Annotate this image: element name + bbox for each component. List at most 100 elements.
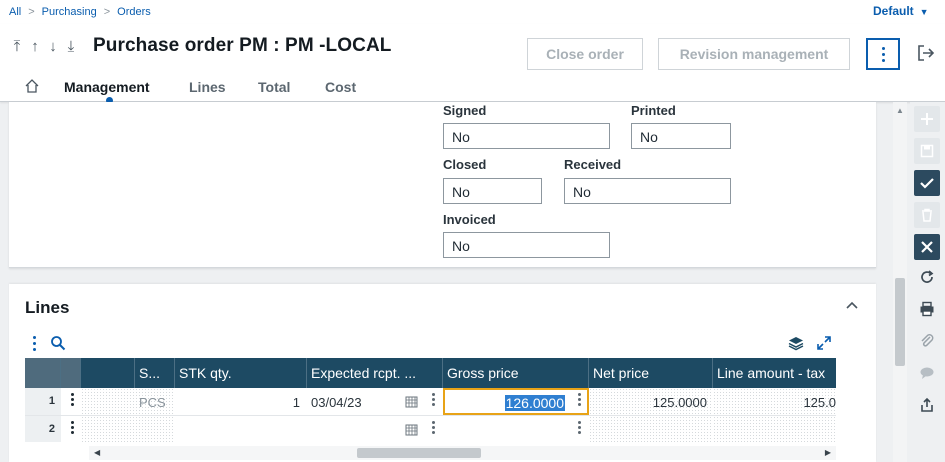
top-bar: All > Purchasing > Orders Default ▼	[0, 0, 945, 24]
header-menu-column	[61, 358, 81, 388]
next-record-icon[interactable]: ↓	[47, 38, 59, 55]
stk-qty-cell[interactable]: 1	[175, 388, 307, 415]
logout-icon[interactable]	[917, 44, 935, 62]
printer-icon	[920, 301, 934, 317]
received-label: Received	[564, 157, 622, 172]
expected-receipt-cell[interactable]	[307, 416, 407, 442]
home-icon[interactable]	[24, 78, 40, 94]
signed-field[interactable]: No	[443, 123, 610, 149]
cell-options-icon[interactable]	[432, 393, 435, 406]
scroll-up-icon[interactable]: ▲	[896, 106, 904, 115]
delete-button[interactable]	[914, 202, 940, 228]
export-button[interactable]	[914, 392, 940, 418]
table-row[interactable]: 1 PCS 1 03/04/23 126.0000 125.0000 125.0	[25, 388, 836, 416]
received-field[interactable]: No	[564, 178, 731, 204]
refresh-button[interactable]	[914, 264, 940, 290]
horizontal-scrollbar[interactable]: ◀ ▶	[89, 446, 836, 460]
printed-field[interactable]: No	[631, 123, 731, 149]
column-header-net-price[interactable]: Net price	[589, 358, 713, 388]
cancel-button[interactable]	[914, 234, 940, 260]
close-order-button[interactable]: Close order	[527, 38, 643, 70]
search-icon[interactable]	[50, 335, 66, 351]
vertical-scrollbar[interactable]: ▲	[893, 102, 907, 462]
attachments-button[interactable]	[914, 328, 940, 354]
line-amount-cell[interactable]: 125.0	[713, 388, 836, 415]
cell-options-icon[interactable]	[432, 421, 435, 434]
trash-icon	[922, 208, 932, 222]
share-icon	[921, 397, 933, 412]
row-menu-icon[interactable]	[71, 421, 74, 434]
paperclip-icon	[921, 334, 934, 347]
net-price-cell[interactable]	[589, 416, 713, 442]
line-amount-cell[interactable]	[713, 416, 836, 442]
calendar-icon[interactable]	[405, 395, 418, 408]
stk-qty-cell[interactable]	[175, 416, 307, 442]
breadcrumb: All > Purchasing > Orders	[9, 6, 151, 18]
print-button[interactable]	[914, 296, 940, 322]
column-header-stk-qty[interactable]: STK qty.	[175, 358, 307, 388]
tab-total[interactable]: Total	[258, 79, 290, 95]
save-button[interactable]	[914, 138, 940, 164]
net-price-cell[interactable]: 125.0000	[589, 388, 713, 415]
more-actions-button[interactable]	[866, 38, 900, 70]
previous-record-icon[interactable]: ↑	[29, 38, 41, 55]
column-header-gross-price[interactable]: Gross price	[443, 358, 589, 388]
new-record-button[interactable]	[914, 106, 940, 132]
column-header-expected-receipt[interactable]: Expected rcpt. ...	[307, 358, 443, 388]
tab-cost[interactable]: Cost	[325, 79, 356, 95]
scroll-thumb[interactable]	[357, 448, 481, 458]
scroll-left-icon[interactable]: ◀	[94, 448, 100, 457]
row-blank-cell	[81, 416, 135, 442]
close-icon	[921, 241, 933, 253]
first-record-icon[interactable]: ⤒	[11, 38, 23, 55]
expand-icon[interactable]	[816, 335, 832, 351]
calendar-icon[interactable]	[405, 423, 418, 436]
column-header-unit[interactable]: S...	[135, 358, 175, 388]
tab-management[interactable]: Management	[64, 79, 150, 95]
chevron-up-icon[interactable]	[845, 300, 859, 310]
user-profile-label: Default	[873, 4, 914, 18]
layers-icon[interactable]	[788, 335, 804, 351]
scroll-thumb[interactable]	[895, 278, 905, 366]
header-corner	[25, 358, 61, 388]
breadcrumb-all[interactable]: All	[9, 6, 21, 18]
checkmark-icon	[920, 178, 934, 189]
record-navigation: ⤒ ↑ ↓ ⤓	[11, 38, 77, 55]
grid-toolbar-left	[33, 335, 66, 351]
closed-field[interactable]: No	[443, 178, 542, 204]
cell-options-icon[interactable]	[578, 393, 581, 406]
breadcrumb-orders[interactable]: Orders	[117, 6, 151, 18]
grid-header: S... STK qty. Expected rcpt. ... Gross p…	[25, 358, 836, 388]
breadcrumb-purchasing[interactable]: Purchasing	[42, 6, 97, 18]
last-record-icon[interactable]: ⤓	[65, 38, 77, 55]
scroll-right-icon[interactable]: ▶	[825, 448, 831, 457]
chevron-right-icon: >	[28, 6, 35, 18]
revision-management-button[interactable]: Revision management	[658, 38, 850, 70]
tab-lines[interactable]: Lines	[189, 79, 226, 95]
grid-options-icon[interactable]	[33, 335, 36, 351]
tab-bar: Management Lines Total Cost	[0, 78, 945, 104]
gross-price-cell[interactable]	[443, 416, 589, 442]
chevron-right-icon: >	[103, 6, 111, 18]
comments-button[interactable]	[914, 360, 940, 386]
printed-label: Printed	[631, 103, 676, 118]
cell-options-icon[interactable]	[578, 421, 581, 434]
invoiced-label: Invoiced	[443, 212, 496, 227]
grid-toolbar-right	[788, 335, 832, 351]
row-number: 1	[25, 388, 61, 415]
row-menu-icon[interactable]	[71, 393, 74, 406]
page-title: Purchase order PM : PM -LOCAL	[93, 35, 392, 56]
expected-receipt-cell[interactable]: 03/04/23	[307, 388, 407, 415]
lines-section-title: Lines	[25, 298, 70, 317]
gross-price-input[interactable]: 126.0000	[443, 388, 589, 415]
save-icon	[920, 144, 934, 158]
column-header-line-amount[interactable]: Line amount - tax	[713, 358, 836, 388]
unit-cell[interactable]	[135, 416, 175, 442]
invoiced-field[interactable]: No	[443, 232, 610, 258]
page-header: ⤒ ↑ ↓ ⤓ Purchase order PM : PM -LOCAL Cl…	[0, 24, 945, 104]
more-vertical-icon	[881, 46, 885, 62]
table-row[interactable]: 2	[25, 416, 836, 442]
unit-cell[interactable]: PCS	[135, 388, 175, 415]
user-profile-dropdown[interactable]: Default ▼	[873, 4, 929, 18]
validate-button[interactable]	[914, 170, 940, 196]
